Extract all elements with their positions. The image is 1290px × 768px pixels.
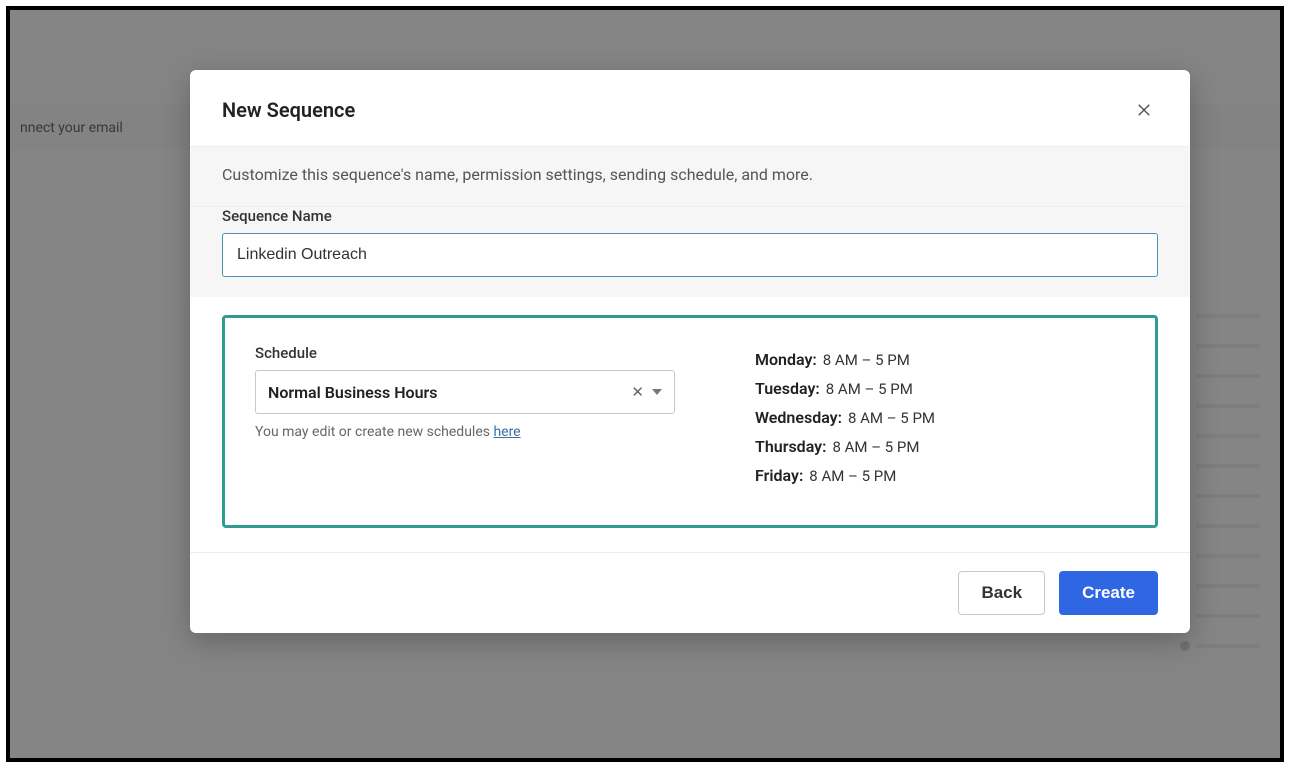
schedule-hint-link[interactable]: here: [493, 424, 520, 440]
schedule-day-row: Wednesday: 8 AM – 5 PM: [755, 408, 1125, 427]
day-name: Monday:: [755, 350, 817, 369]
schedule-day-row: Friday: 8 AM – 5 PM: [755, 466, 1125, 485]
day-name: Wednesday:: [755, 408, 842, 427]
modal-title: New Sequence: [222, 98, 355, 122]
day-name: Friday:: [755, 466, 803, 485]
day-time: 8 AM – 5 PM: [823, 351, 910, 369]
modal-header: New Sequence: [190, 70, 1190, 146]
schedule-label: Schedule: [255, 344, 675, 362]
schedule-days-list: Monday: 8 AM – 5 PM Tuesday: 8 AM – 5 PM…: [755, 344, 1125, 495]
schedule-hint-text: You may edit or create new schedules: [255, 424, 493, 440]
schedule-select-controls: ✕: [631, 383, 662, 401]
clear-selection-icon[interactable]: ✕: [631, 383, 644, 401]
sequence-name-input[interactable]: [222, 233, 1158, 277]
schedule-section: Schedule Normal Business Hours ✕ You may…: [222, 315, 1158, 528]
sequence-name-label: Sequence Name: [222, 207, 1158, 225]
schedule-select-value: Normal Business Hours: [268, 383, 631, 402]
day-name: Thursday:: [755, 437, 826, 456]
day-time: 8 AM – 5 PM: [848, 409, 935, 427]
schedule-controls: Schedule Normal Business Hours ✕ You may…: [255, 344, 675, 495]
new-sequence-modal: New Sequence Customize this sequence's n…: [190, 70, 1190, 633]
schedule-hint: You may edit or create new schedules her…: [255, 424, 675, 440]
close-icon[interactable]: [1130, 96, 1158, 124]
schedule-day-row: Monday: 8 AM – 5 PM: [755, 350, 1125, 369]
schedule-day-row: Thursday: 8 AM – 5 PM: [755, 437, 1125, 456]
schedule-day-row: Tuesday: 8 AM – 5 PM: [755, 379, 1125, 398]
back-button[interactable]: Back: [958, 571, 1045, 615]
chevron-down-icon[interactable]: [652, 389, 662, 395]
modal-footer: Back Create: [190, 552, 1190, 633]
day-time: 8 AM – 5 PM: [809, 467, 896, 485]
create-button[interactable]: Create: [1059, 571, 1158, 615]
schedule-select[interactable]: Normal Business Hours ✕: [255, 370, 675, 414]
sequence-name-section: Sequence Name: [190, 207, 1190, 297]
modal-description: Customize this sequence's name, permissi…: [190, 146, 1190, 207]
day-time: 8 AM – 5 PM: [826, 380, 913, 398]
day-name: Tuesday:: [755, 379, 820, 398]
day-time: 8 AM – 5 PM: [832, 438, 919, 456]
